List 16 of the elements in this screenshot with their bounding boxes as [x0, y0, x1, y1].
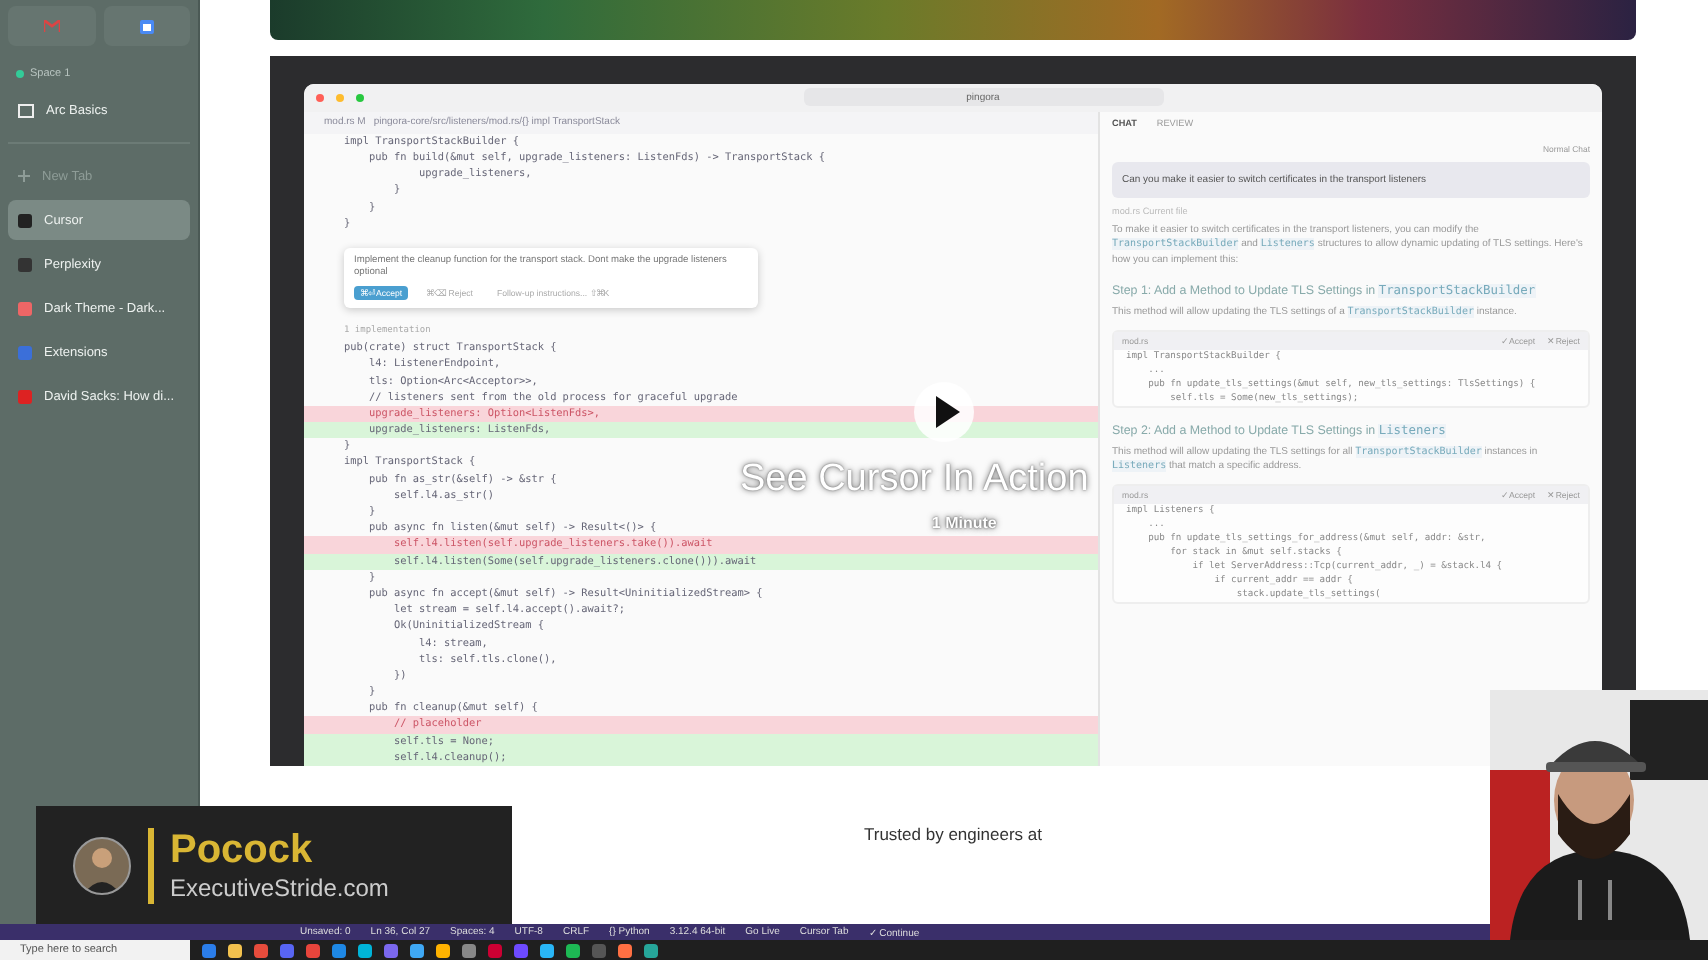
folder-icon — [18, 103, 34, 117]
tab-icon — [18, 301, 32, 315]
tab-icon — [18, 389, 32, 403]
tab-icon — [18, 257, 32, 271]
tab-icon — [18, 345, 32, 359]
presenter-name: Pocock — [170, 828, 315, 874]
video-duration: 1 Minute — [931, 514, 997, 532]
window-control-icon[interactable] — [316, 93, 324, 102]
plus-icon — [18, 170, 30, 182]
calendar-icon[interactable] — [139, 19, 154, 33]
video-title: See Cursor In Action — [740, 458, 1089, 502]
tab-icon — [18, 213, 32, 227]
space-dot-icon — [16, 70, 24, 78]
trusted-heading: Trusted by engineers at — [862, 824, 1044, 844]
website-text: ExecutiveStride.com — [170, 874, 389, 902]
video-player[interactable] — [270, 56, 1636, 766]
